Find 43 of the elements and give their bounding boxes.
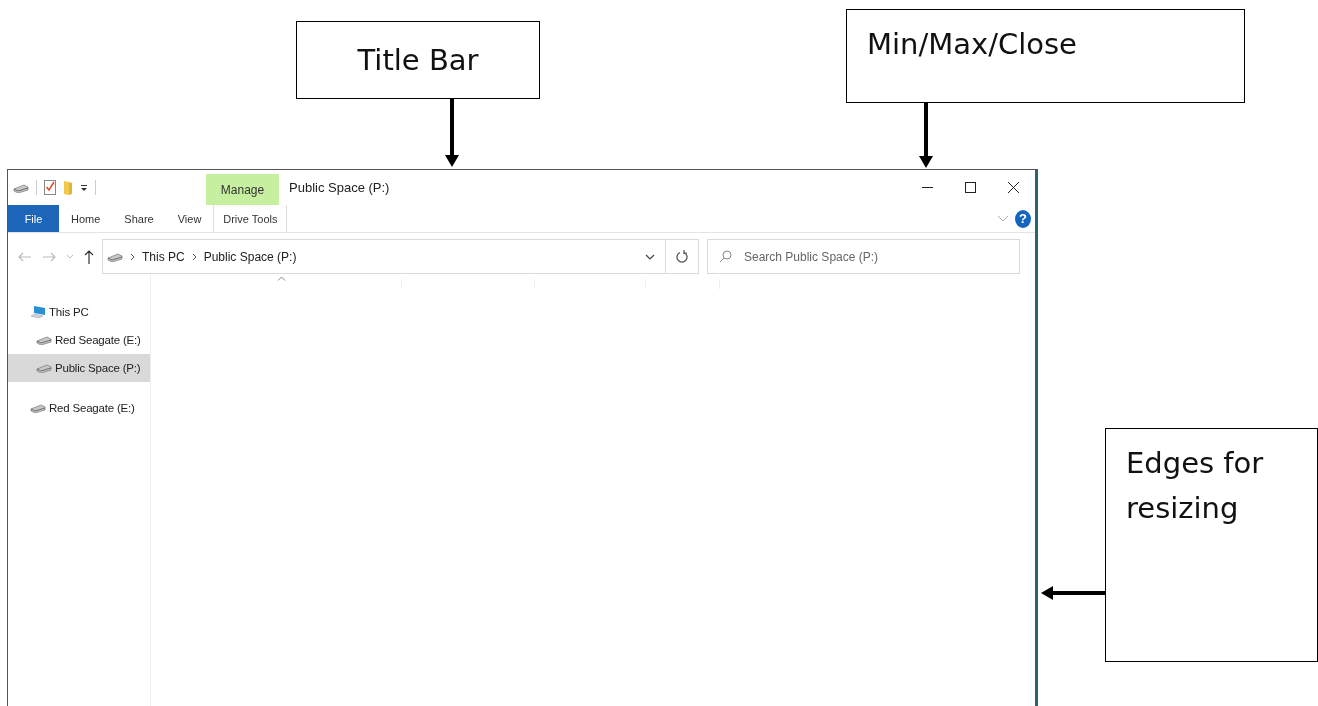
forward-arrow-icon[interactable] bbox=[42, 251, 56, 262]
checklist-icon[interactable] bbox=[44, 180, 56, 195]
window-title: Public Space (P:) bbox=[288, 179, 391, 197]
refresh-icon bbox=[676, 250, 688, 263]
breadcrumb[interactable]: This PC bbox=[142, 249, 185, 264]
contextual-tab-group: Manage bbox=[206, 174, 279, 205]
sort-ascending-icon[interactable] bbox=[277, 276, 286, 281]
search-icon bbox=[719, 250, 732, 263]
ribbon-tab[interactable]: View bbox=[165, 205, 214, 232]
drive-icon bbox=[36, 335, 52, 345]
folder-icon[interactable] bbox=[63, 180, 73, 195]
chevron-right-icon bbox=[130, 252, 135, 261]
callout-arrow bbox=[919, 103, 933, 168]
address-bar[interactable]: This PC Public Space (P:) bbox=[102, 239, 666, 274]
callout-label: Min/Max/Close bbox=[846, 9, 1245, 103]
drive-icon bbox=[30, 403, 46, 413]
nav-item[interactable]: Red Seagate (E:) bbox=[8, 326, 150, 354]
computer-icon bbox=[30, 305, 46, 319]
callout-label: Title Bar bbox=[296, 21, 540, 99]
file-tab[interactable]: File bbox=[8, 205, 59, 232]
breadcrumb[interactable]: Public Space (P:) bbox=[203, 249, 297, 264]
nav-item[interactable]: Red Seagate (E:) bbox=[8, 394, 150, 422]
close-icon bbox=[1008, 182, 1019, 193]
chevron-down-icon[interactable] bbox=[645, 253, 655, 260]
ribbon-tab[interactable]: Home bbox=[59, 205, 113, 232]
help-button[interactable]: ? bbox=[1015, 209, 1031, 228]
maximize-icon bbox=[965, 182, 976, 193]
refresh-button[interactable] bbox=[666, 239, 699, 274]
callout-arrow bbox=[445, 99, 459, 167]
ribbon-tab[interactable]: Share bbox=[112, 205, 166, 232]
chevron-right-icon bbox=[191, 252, 197, 261]
drive-icon bbox=[107, 251, 123, 262]
nav-item[interactable]: Public Space (P:) bbox=[8, 354, 150, 382]
drive-icon bbox=[36, 363, 52, 373]
callout-arrow bbox=[1041, 586, 1105, 600]
callout-label: Edges for resizing bbox=[1105, 428, 1318, 662]
dropdown-icon[interactable] bbox=[80, 183, 88, 192]
drive-icon bbox=[13, 182, 29, 193]
up-arrow-icon[interactable] bbox=[84, 249, 94, 264]
back-arrow-icon[interactable] bbox=[18, 251, 32, 262]
contextual-ribbon-tab[interactable]: Drive Tools bbox=[213, 205, 288, 232]
nav-item[interactable]: This PC bbox=[8, 298, 150, 326]
search-field[interactable]: Search Public Space (P:) bbox=[707, 239, 1020, 274]
